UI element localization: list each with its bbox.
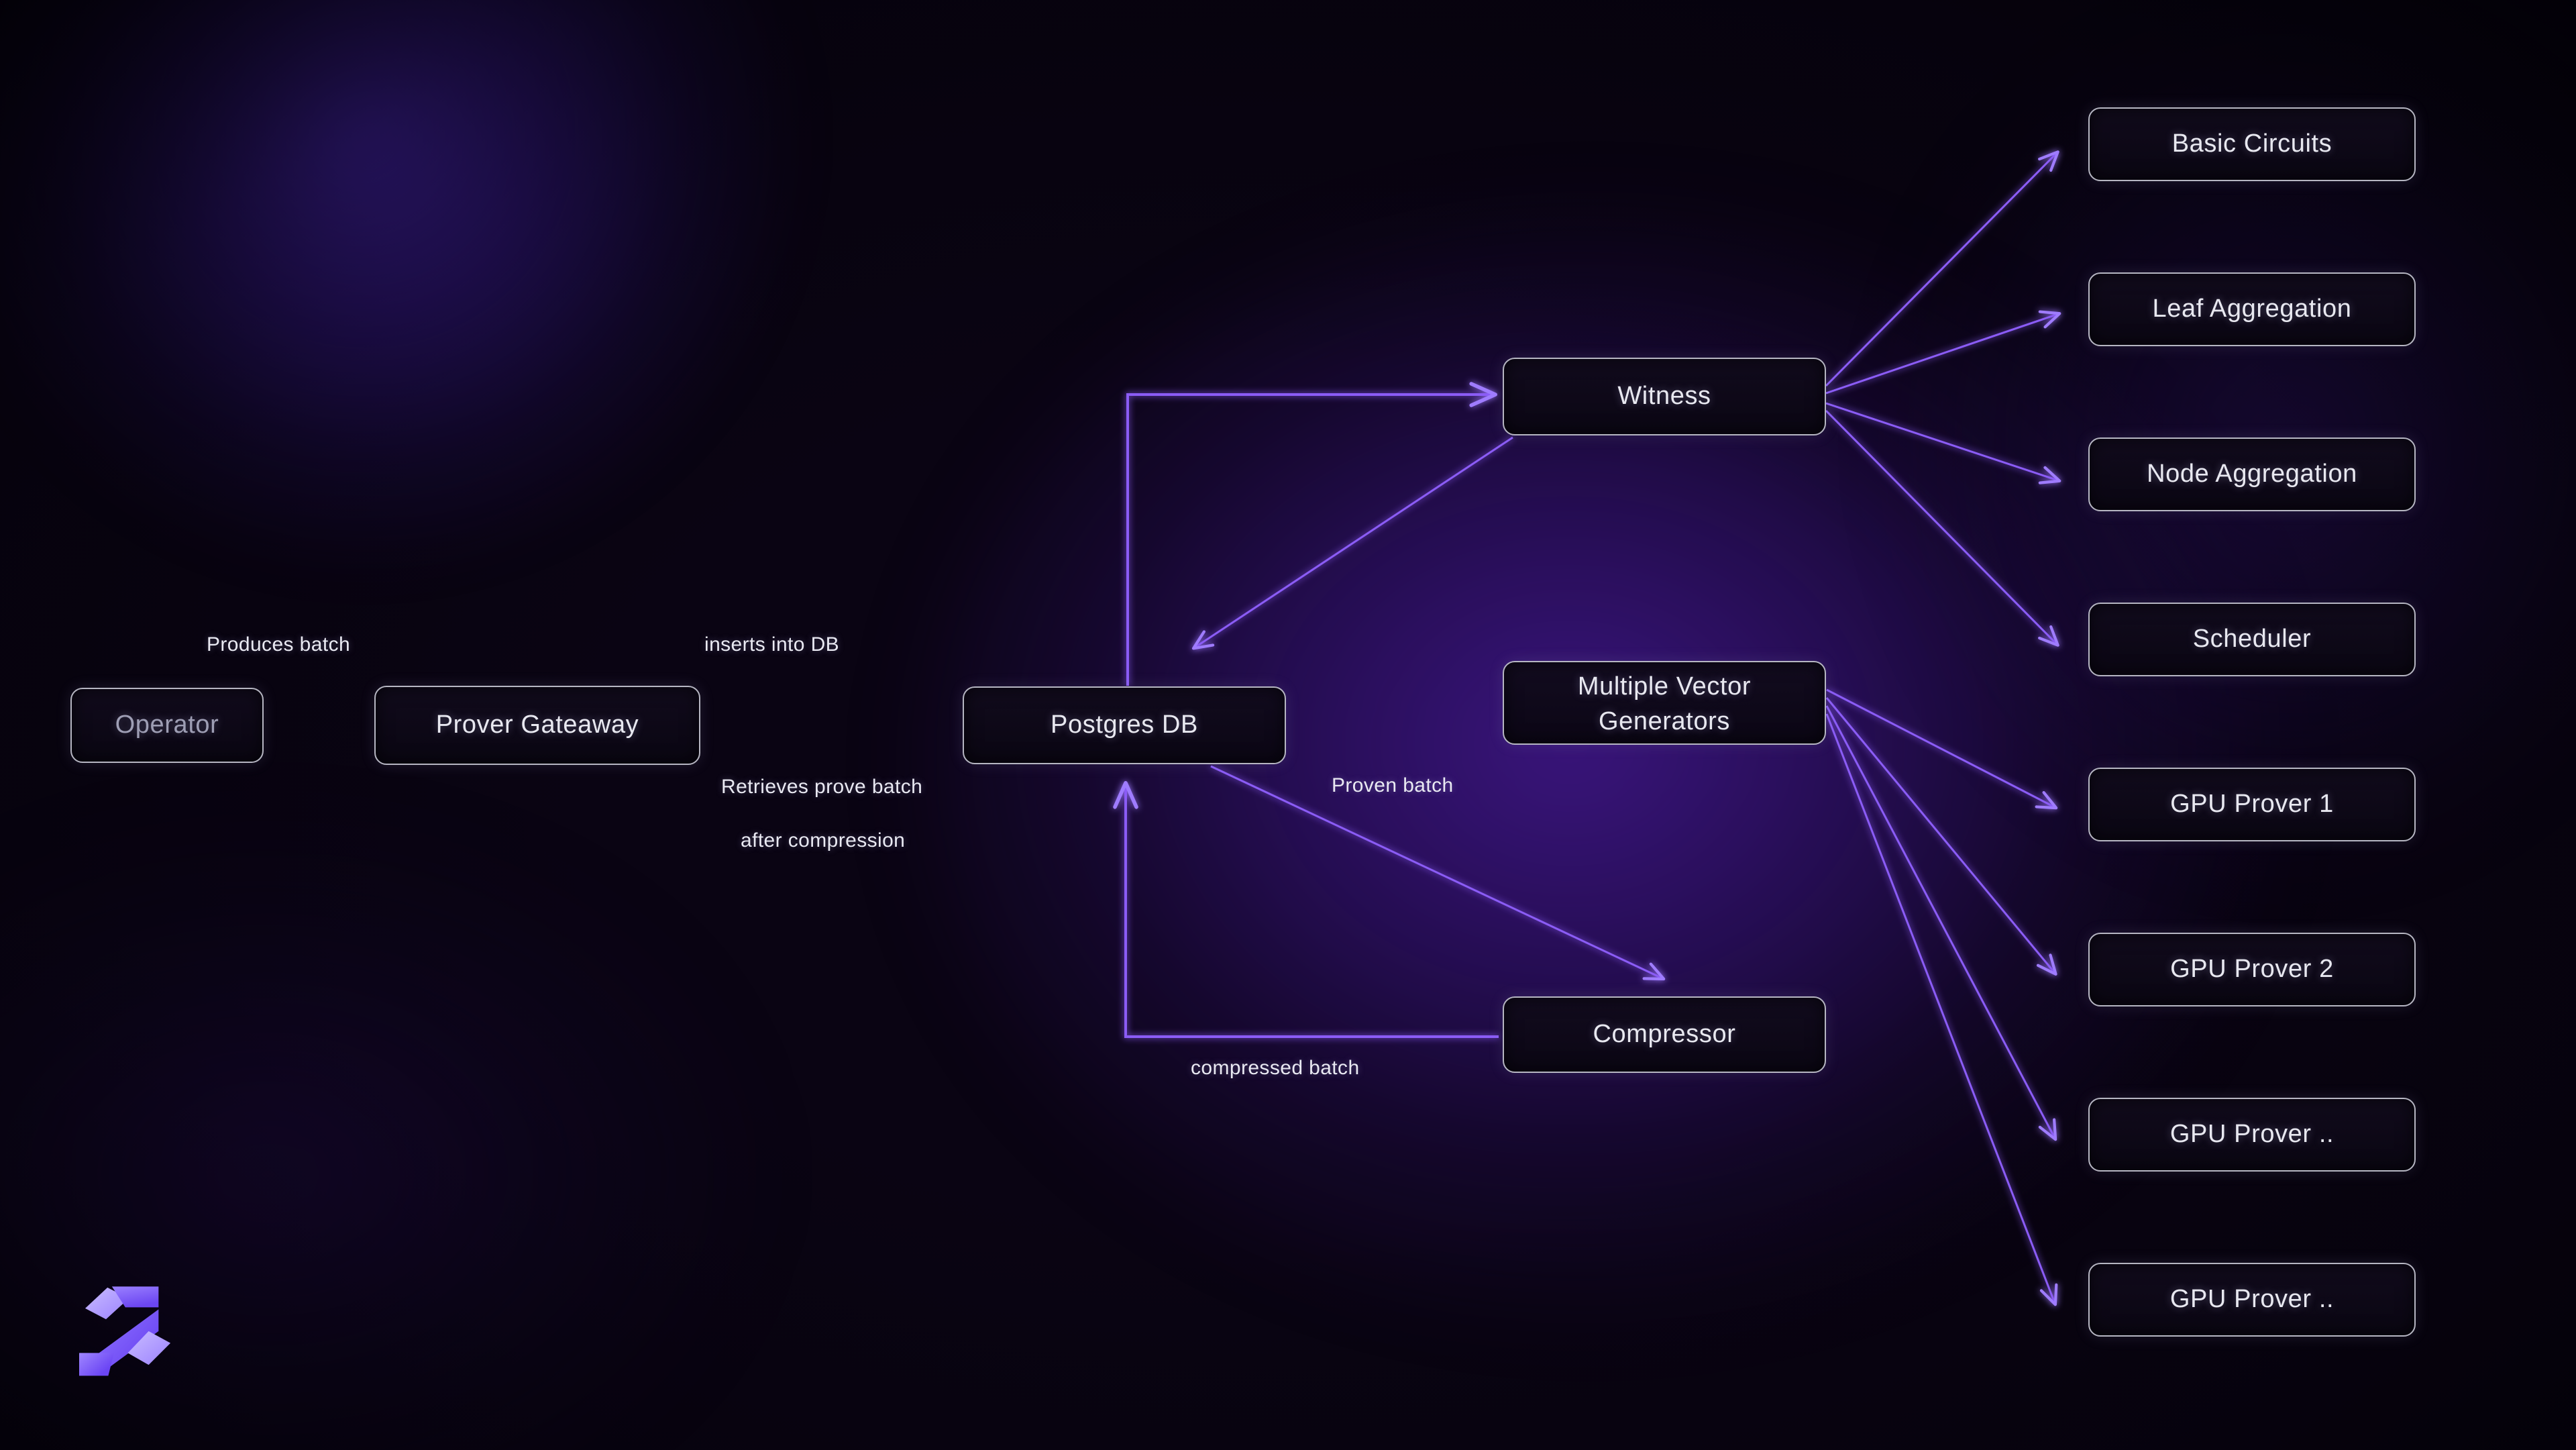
node-operator[interactable]: Operator — [70, 688, 264, 763]
node-multiple-vector-generators[interactable]: Multiple Vector Generators — [1503, 661, 1826, 745]
edge-postgres-to-compressor — [1210, 765, 1666, 981]
node-leaf-aggregation[interactable]: Leaf Aggregation — [2088, 272, 2416, 346]
node-gpu-prover-4[interactable]: GPU Prover .. — [2088, 1263, 2416, 1337]
node-basic-circuits[interactable]: Basic Circuits — [2088, 107, 2416, 181]
node-node-aggregation[interactable]: Node Aggregation — [2088, 437, 2416, 511]
edge-label-produces-batch: Produces batch — [207, 633, 351, 656]
edge-witness-to-scheduler — [1825, 409, 2059, 647]
edge-vector-generators-to-gpu-prover-2 — [1825, 697, 2057, 976]
edge-vector-generators-to-gpu-prover-4 — [1825, 713, 2058, 1306]
edge-vector-generators-to-gpu-prover-3 — [1825, 705, 2057, 1141]
node-witness[interactable]: Witness — [1503, 358, 1826, 435]
node-scheduler[interactable]: Scheduler — [2088, 603, 2416, 676]
node-postgres-db[interactable]: Postgres DB — [963, 686, 1286, 764]
edge-compressor-to-postgres — [1113, 780, 1499, 1038]
edge-vector-generators-to-gpu-prover-1 — [1826, 688, 2058, 810]
zksync-logo — [79, 1286, 171, 1376]
node-gpu-prover-2[interactable]: GPU Prover 2 — [2088, 933, 2416, 1006]
edge-label-after-compression: after compression — [741, 829, 906, 851]
edge-label-retrieves-prove-batch: Retrieves prove batch — [721, 776, 923, 798]
edge-postgres-to-witness — [1126, 382, 1498, 686]
node-prover-gateaway[interactable]: Prover Gateaway — [374, 686, 700, 765]
edge-witness-to-node-aggregation — [1825, 402, 2061, 484]
node-gpu-prover-1[interactable]: GPU Prover 1 — [2088, 768, 2416, 841]
node-gpu-prover-3[interactable]: GPU Prover .. — [2088, 1098, 2416, 1172]
node-compressor[interactable]: Compressor — [1503, 996, 1826, 1073]
diagram-canvas: Operator Prover Gateaway Postgres DB Wit… — [0, 0, 2576, 1450]
edge-witness-to-leaf-aggregation — [1825, 310, 2061, 395]
edge-witness-to-postgres — [1191, 436, 1513, 650]
edge-label-proven-batch: Proven batch — [1332, 774, 1454, 796]
edge-label-inserts-into-db: inserts into DB — [704, 633, 840, 656]
edge-label-compressed-batch: compressed batch — [1191, 1057, 1360, 1079]
edge-witness-to-basic-circuits — [1825, 150, 2059, 387]
